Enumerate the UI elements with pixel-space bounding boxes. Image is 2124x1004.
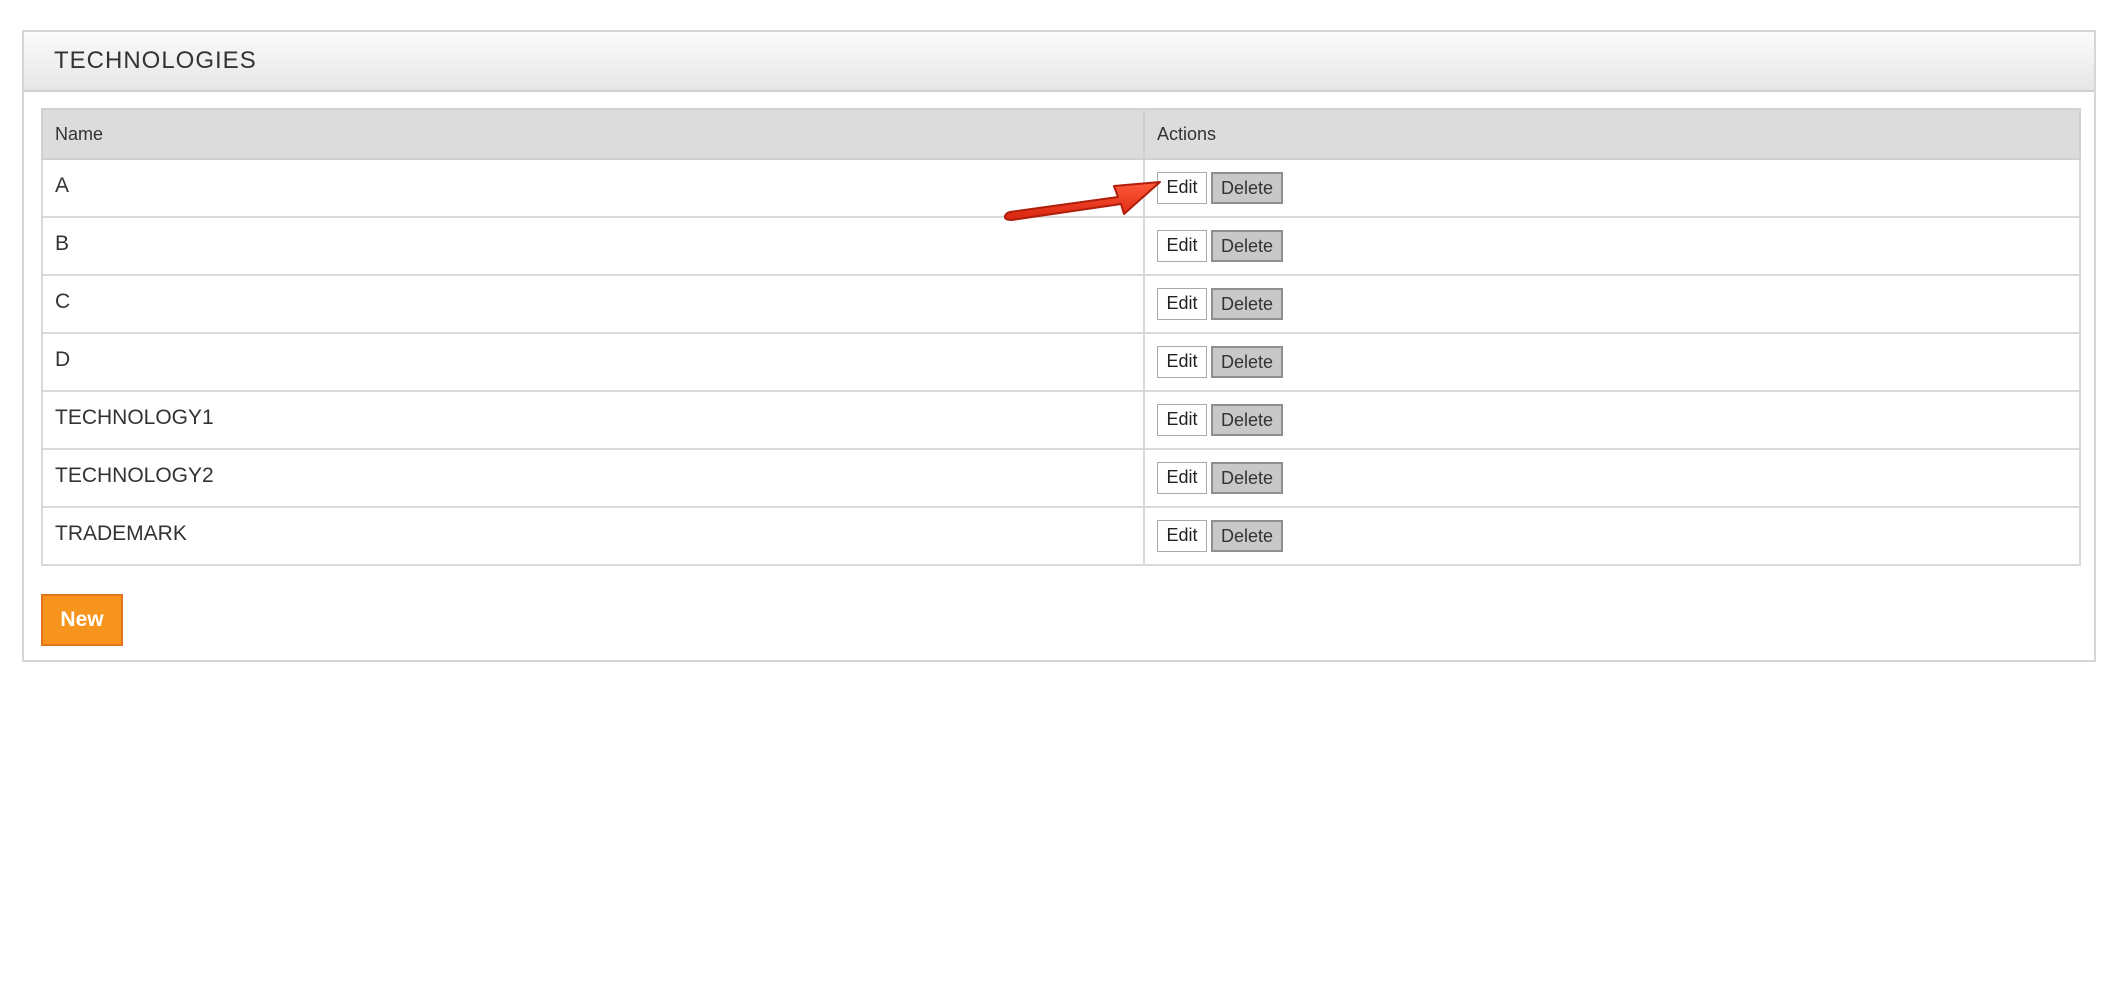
technology-name: C <box>41 274 1145 334</box>
edit-button[interactable]: Edit <box>1157 404 1207 436</box>
technology-name: TECHNOLOGY1 <box>41 390 1145 450</box>
delete-button[interactable]: Delete <box>1211 230 1283 262</box>
delete-button[interactable]: Delete <box>1211 462 1283 494</box>
delete-button[interactable]: Delete <box>1211 172 1283 204</box>
row-actions: Edit Delete <box>1143 158 2081 218</box>
new-button[interactable]: New <box>41 594 123 646</box>
edit-button[interactable]: Edit <box>1157 230 1207 262</box>
technologies-panel: TECHNOLOGIES Name Actions A Edit Delete … <box>22 30 2096 662</box>
edit-button[interactable]: Edit <box>1157 520 1207 552</box>
row-actions: Edit Delete <box>1143 506 2081 566</box>
row-actions: Edit Delete <box>1143 332 2081 392</box>
technology-name: TECHNOLOGY2 <box>41 448 1145 508</box>
delete-button[interactable]: Delete <box>1211 288 1283 320</box>
column-header-name: Name <box>41 108 1145 160</box>
table-header-row: Name Actions <box>41 108 2081 160</box>
technology-name: B <box>41 216 1145 276</box>
column-header-actions: Actions <box>1143 108 2081 160</box>
table-row: TECHNOLOGY1 Edit Delete <box>41 390 2081 450</box>
panel-header: TECHNOLOGIES <box>24 32 2094 92</box>
technology-name: TRADEMARK <box>41 506 1145 566</box>
delete-button[interactable]: Delete <box>1211 404 1283 436</box>
table-row: TECHNOLOGY2 Edit Delete <box>41 448 2081 508</box>
edit-button[interactable]: Edit <box>1157 288 1207 320</box>
edit-button[interactable]: Edit <box>1157 462 1207 494</box>
row-actions: Edit Delete <box>1143 390 2081 450</box>
panel-title: TECHNOLOGIES <box>54 47 257 74</box>
technology-name: A <box>41 158 1145 218</box>
delete-button[interactable]: Delete <box>1211 346 1283 378</box>
technology-name: D <box>41 332 1145 392</box>
table-row: D Edit Delete <box>41 332 2081 392</box>
delete-button[interactable]: Delete <box>1211 520 1283 552</box>
row-actions: Edit Delete <box>1143 274 2081 334</box>
table-row: C Edit Delete <box>41 274 2081 334</box>
row-actions: Edit Delete <box>1143 448 2081 508</box>
table-row: TRADEMARK Edit Delete <box>41 506 2081 566</box>
row-actions: Edit Delete <box>1143 216 2081 276</box>
red-arrow-annotation-icon <box>1003 181 1161 221</box>
edit-button[interactable]: Edit <box>1157 346 1207 378</box>
